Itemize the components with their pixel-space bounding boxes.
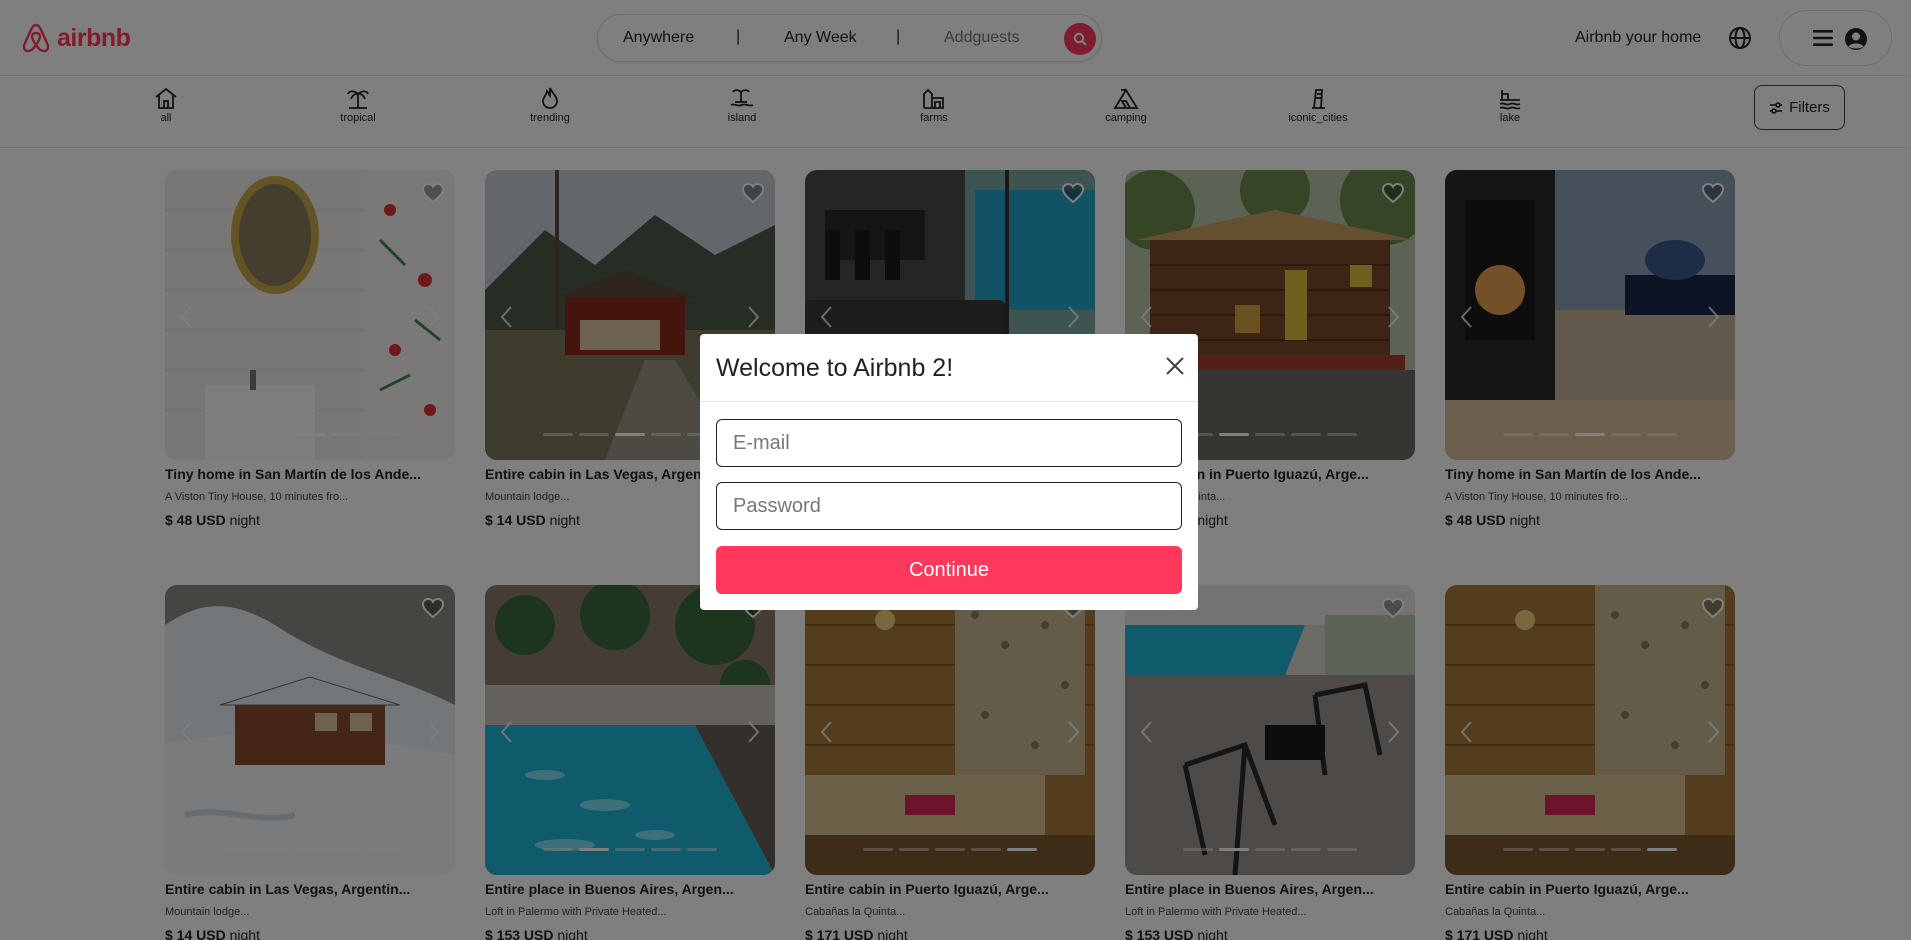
email-field[interactable] xyxy=(716,419,1182,467)
login-modal: Welcome to Airbnb 2! Continue xyxy=(700,334,1198,610)
close-icon[interactable] xyxy=(1165,356,1185,376)
password-field[interactable] xyxy=(716,482,1182,530)
modal-divider xyxy=(700,401,1198,402)
modal-title: Welcome to Airbnb 2! xyxy=(716,354,954,382)
continue-button[interactable]: Continue xyxy=(716,546,1182,594)
